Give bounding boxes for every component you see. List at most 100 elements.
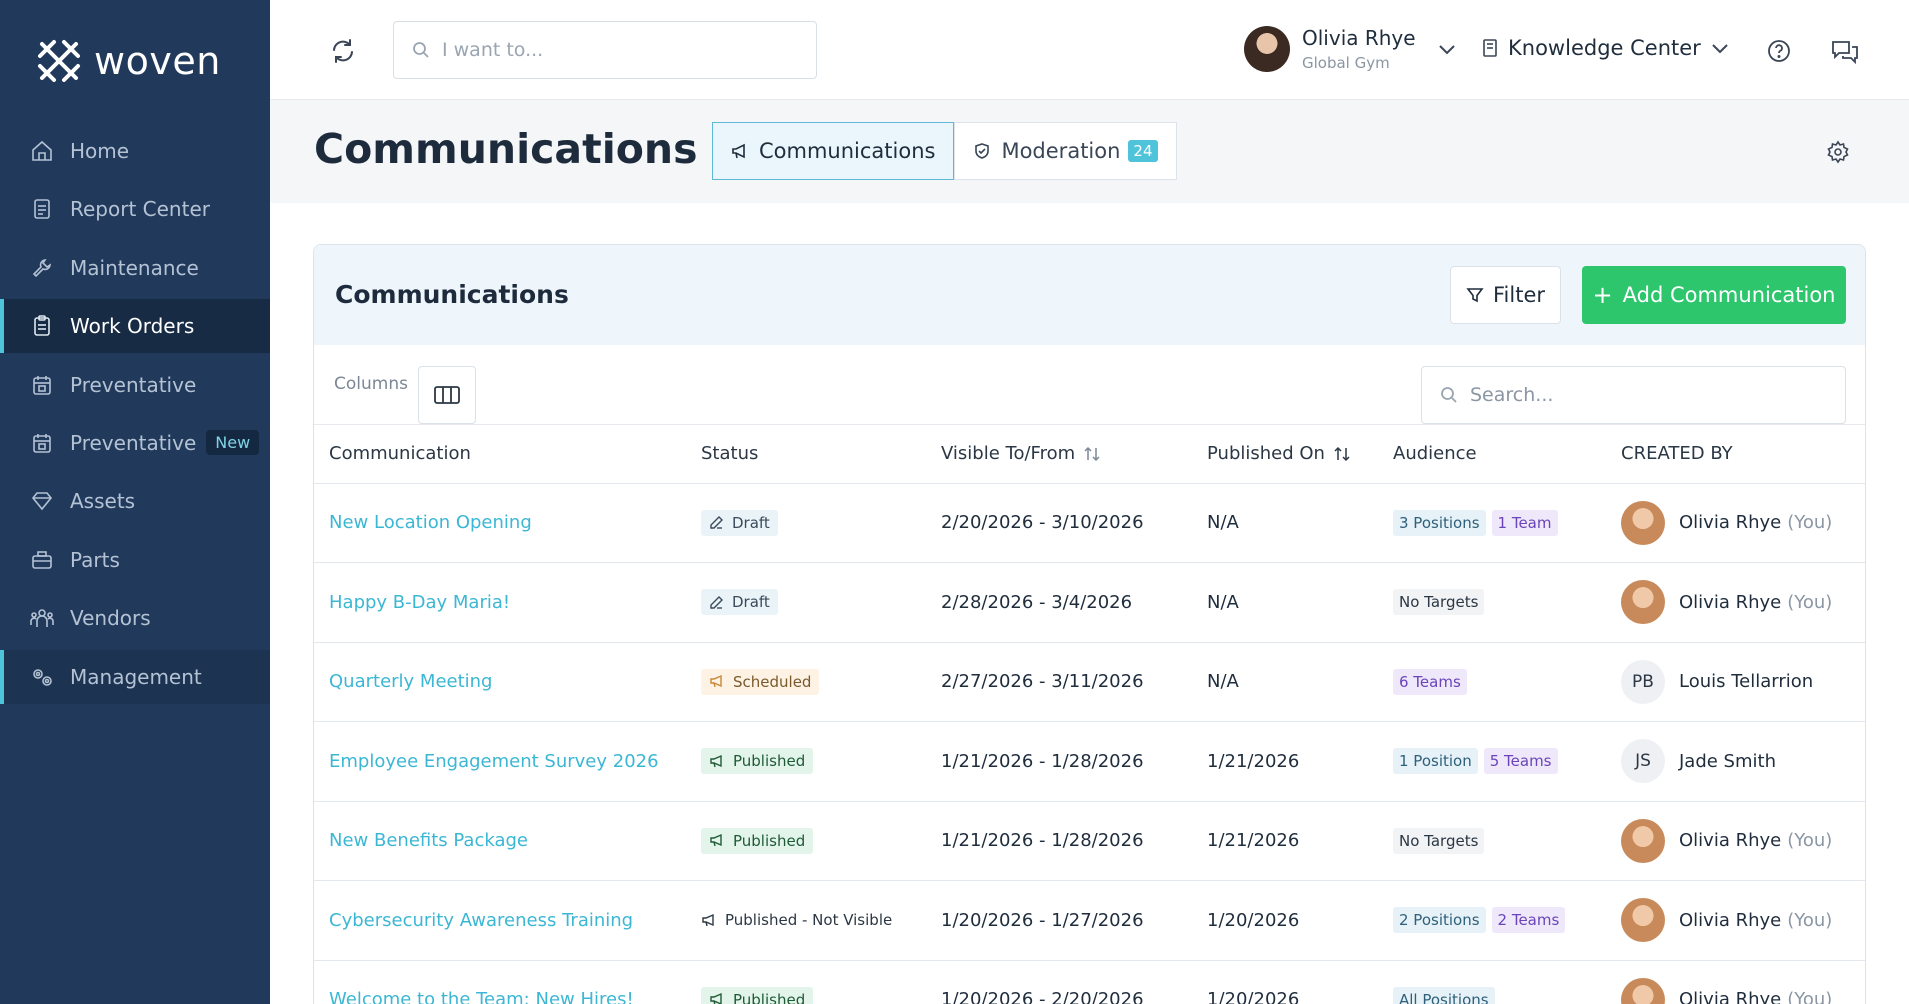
status-badge: Published [701,748,814,775]
refresh-icon[interactable] [330,38,356,64]
sort-icon[interactable] [1333,445,1351,463]
communication-link[interactable]: Quarterly Meeting [329,671,493,692]
creator: Olivia Rhye (You) [1621,898,1865,943]
megaphone-icon [710,834,722,847]
status-badge: Draft [701,509,778,536]
sidebar-item-assets[interactable]: Assets [0,474,270,528]
status-badge: Scheduled [701,668,820,695]
avatar [1621,818,1665,863]
tab-label: Communications [759,139,936,163]
creator: Olivia Rhye (You) [1621,580,1865,625]
status-label: Draft [732,513,770,532]
creator-name: Olivia Rhye [1679,591,1782,613]
tab-communications[interactable]: Communications [712,122,955,180]
creator-name: Olivia Rhye [1679,909,1782,931]
sidebar-item-management[interactable]: Management [0,649,270,704]
avatar [1244,26,1290,72]
columns-button[interactable] [418,366,476,424]
col-header-status[interactable]: Status [686,425,926,484]
status-badge: Published [701,986,814,1004]
sidebar-item-label: Home [70,139,130,163]
communication-link[interactable]: New Location Opening [329,512,532,533]
chevron-down-icon [1438,45,1455,55]
header-label: Status [701,443,759,465]
sort-icon[interactable] [1083,445,1101,463]
people-icon [30,606,54,630]
visible-range: 1/21/2026 - 1/28/2026 [941,750,1144,772]
col-header-audience[interactable]: Audience [1378,425,1606,484]
communication-link[interactable]: Employee Engagement Survey 2026 [329,751,659,772]
page-tabs: Communications Moderation 24 [712,122,1177,180]
logo[interactable]: woven [36,38,221,84]
tab-moderation[interactable]: Moderation 24 [954,122,1177,180]
global-search[interactable] [393,21,817,79]
visible-range: 1/21/2026 - 1/28/2026 [941,830,1144,852]
calendar-icon [30,373,54,397]
col-header-communication[interactable]: Communication [314,425,686,484]
table-row[interactable]: Welcome to the Team: New Hires! Published… [314,960,1865,1004]
sidebar-item-work-orders[interactable]: Work Orders [0,299,270,354]
sidebar-item-home[interactable]: Home [0,124,270,178]
table-row[interactable]: New Benefits Package Published 1/21/2026 -… [314,801,1865,881]
header-label: CREATED BY [1621,443,1733,465]
published-date: N/A [1207,671,1239,693]
col-header-visible[interactable]: Visible To/From [926,425,1192,484]
sidebar-item-maintenance[interactable]: Maintenance [0,241,270,295]
table-row[interactable]: Cybersecurity Awareness Training Publishe… [314,880,1865,961]
sidebar-item-preventative-new[interactable]: Preventative New [0,416,270,470]
communication-link[interactable]: Happy B-Day Maria! [329,592,510,613]
report-icon [30,197,54,221]
sidebar-item-vendors[interactable]: Vendors [0,591,270,645]
table-row[interactable]: Employee Engagement Survey 2026 Published… [314,721,1865,802]
table-row[interactable]: New Location Opening Draft 2/20/2026 - 3/1… [314,483,1865,563]
user-menu[interactable]: Olivia Rhye Global Gym [1244,26,1456,72]
header-label: Communication [329,443,471,465]
creator-name: Olivia Rhye [1679,830,1782,852]
audience-tag: 6 Teams [1393,668,1467,695]
megaphone-icon [731,142,749,160]
creator-name: Olivia Rhye [1679,989,1782,1004]
gear-icon[interactable] [1826,140,1850,164]
global-search-input[interactable] [442,39,802,61]
sidebar-item-parts[interactable]: Parts [0,533,270,587]
avatar [1621,500,1665,545]
sidebar-item-label: Work Orders [70,314,195,339]
help-icon[interactable] [1766,38,1792,64]
audience-tag: 1 Position [1393,748,1478,775]
filter-button[interactable]: Filter [1450,266,1561,324]
creator: Olivia Rhye (You) [1621,500,1865,545]
table-row[interactable]: Quarterly Meeting Scheduled 2/27/2026 - 3/… [314,642,1865,722]
status-label: Published [733,752,806,771]
you-label: (You) [1787,989,1833,1004]
filter-label: Filter [1492,283,1545,307]
columns-label: Columns [334,374,408,394]
knowledge-center-menu[interactable]: Knowledge Center [1482,36,1729,60]
megaphone-icon [710,993,722,1004]
communication-link[interactable]: New Benefits Package [329,830,528,851]
col-header-published[interactable]: Published On [1192,425,1378,484]
user-org: Global Gym [1302,54,1390,72]
status-label: Draft [732,593,770,612]
header-label: Audience [1393,443,1477,465]
gears-icon [30,665,54,689]
table-search[interactable] [1421,366,1846,424]
sidebar-item-label: Preventative [70,430,197,455]
add-communication-button[interactable]: + Add Communication [1582,266,1846,324]
published-date: 1/20/2026 [1207,909,1300,931]
edit-icon [710,516,723,529]
sidebar-item-label: Assets [70,489,136,514]
sidebar-item-report-center[interactable]: Report Center [0,182,270,236]
table-search-input[interactable] [1470,384,1830,406]
communication-link[interactable]: Cybersecurity Awareness Training [329,910,633,931]
calendar-icon [30,431,54,455]
col-header-created-by[interactable]: CREATED BY [1606,425,1865,484]
wrench-icon [30,256,54,280]
megaphone-icon [710,754,722,767]
chat-icon[interactable] [1830,38,1860,64]
avatar: JS [1621,739,1665,784]
sidebar-item-preventative[interactable]: Preventative [0,358,270,412]
audience-tag: 1 Team [1491,509,1558,536]
card-header: Communications Filter + Add Communicatio… [314,245,1865,345]
communication-link[interactable]: Welcome to the Team: New Hires! [329,989,634,1004]
table-row[interactable]: Happy B-Day Maria! Draft 2/28/2026 - 3/4/2… [314,562,1865,643]
